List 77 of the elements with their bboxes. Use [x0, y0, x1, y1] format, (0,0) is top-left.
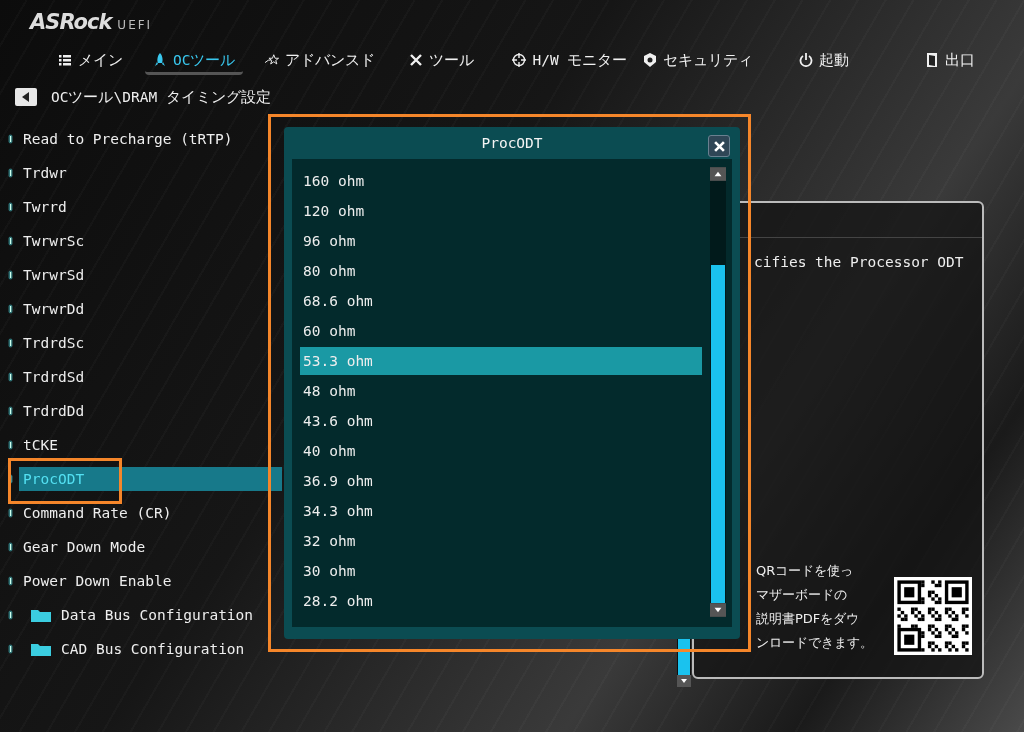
option-item[interactable]: 40 ohm [300, 437, 702, 465]
option-item[interactable]: 60 ohm [300, 317, 702, 345]
option-item[interactable]: 30 ohm [300, 557, 702, 585]
option-item[interactable]: 68.6 ohm [300, 287, 702, 315]
option-item[interactable]: 120 ohm [300, 197, 702, 225]
menu-tab[interactable]: アドバンスド [257, 48, 384, 72]
bullet-icon [8, 542, 13, 552]
menu-tab[interactable]: H/W モニター [504, 48, 636, 72]
settings-item[interactable]: TrdrdSd [19, 365, 282, 389]
bullet-icon [8, 508, 13, 518]
settings-item[interactable]: TwrwrSc [19, 229, 282, 253]
bullet-icon [8, 338, 13, 348]
scroll-up-icon[interactable] [710, 167, 726, 181]
bullet-icon [8, 644, 13, 654]
close-icon [713, 140, 725, 152]
option-item[interactable]: 43.6 ohm [300, 407, 702, 435]
option-item[interactable]: 96 ohm [300, 227, 702, 255]
rocket-icon [153, 53, 167, 67]
scroll-down-icon[interactable] [677, 675, 691, 687]
settings-item[interactable]: Power Down Enable [19, 569, 282, 593]
option-item[interactable]: 32 ohm [300, 527, 702, 555]
dialog-title: ProcODT [481, 135, 543, 151]
exit-door-icon [925, 53, 940, 67]
qr-caption: QRコードを使っ マザーボードの 説明書PDFをダウ ンロードできます。 [755, 562, 873, 652]
power-icon [799, 53, 814, 67]
settings-item[interactable]: Data Bus Configuration [57, 603, 282, 627]
menu-tab[interactable]: OCツール [145, 48, 244, 75]
menu-tab[interactable]: 起動 [791, 48, 858, 72]
menu-tab[interactable]: メイン [50, 48, 131, 72]
bullet-icon [8, 202, 13, 212]
folder-icon [31, 608, 51, 622]
settings-item[interactable]: tCKE [19, 433, 282, 457]
bullet-icon [8, 610, 13, 620]
bullet-icon [8, 134, 13, 144]
description-text: cifies the Processor ODT [754, 254, 964, 270]
scrollbar[interactable] [710, 167, 726, 617]
bullet-icon [8, 440, 13, 450]
option-item[interactable]: 80 ohm [300, 257, 702, 285]
crosshair-icon [512, 53, 527, 67]
tools-icon [409, 53, 424, 67]
settings-item[interactable]: TwrwrDd [19, 297, 282, 321]
close-button[interactable] [708, 135, 730, 157]
settings-item[interactable]: Command Rate (CR) [19, 501, 282, 525]
settings-item[interactable]: TrdrdDd [19, 399, 282, 423]
logo: ASRock [30, 10, 112, 34]
menu-tab[interactable]: ツール [401, 48, 483, 72]
folder-icon [31, 642, 51, 656]
logo-suffix: UEFI [117, 18, 153, 32]
bullet-icon [8, 270, 13, 280]
bullet-icon [8, 304, 13, 314]
star-icon [265, 53, 280, 67]
settings-item[interactable]: Twrrd [19, 195, 282, 219]
settings-item[interactable]: Gear Down Mode [19, 535, 282, 559]
option-item[interactable]: 160 ohm [300, 167, 702, 195]
settings-item[interactable]: TwrwrSd [19, 263, 282, 287]
bullet-icon [8, 168, 13, 178]
settings-item[interactable]: Read to Precharge (tRTP) [19, 127, 282, 151]
back-arrow-icon [22, 92, 30, 102]
menu-tab[interactable]: セキュリティ [635, 48, 762, 72]
bullet-icon [8, 236, 13, 246]
scroll-down-icon[interactable] [710, 603, 726, 617]
settings-item[interactable]: Trdwr [19, 161, 282, 185]
option-item[interactable]: 34.3 ohm [300, 497, 702, 525]
breadcrumb: OCツール\DRAM タイミング設定 [51, 87, 271, 107]
bullet-icon [8, 406, 13, 416]
settings-item[interactable]: TrdrdSc [19, 331, 282, 355]
badge-icon [643, 53, 658, 67]
qr-code-icon [894, 577, 972, 655]
settings-item[interactable]: CAD Bus Configuration [57, 637, 282, 661]
option-item[interactable]: 48 ohm [300, 377, 702, 405]
option-item[interactable]: 28.2 ohm [300, 587, 702, 615]
menu-tab[interactable]: 出口 [917, 48, 984, 72]
list-icon [58, 53, 72, 67]
back-button[interactable] [15, 88, 37, 106]
bullet-icon [8, 576, 13, 586]
bullet-icon [8, 372, 13, 382]
option-item[interactable]: 36.9 ohm [300, 467, 702, 495]
